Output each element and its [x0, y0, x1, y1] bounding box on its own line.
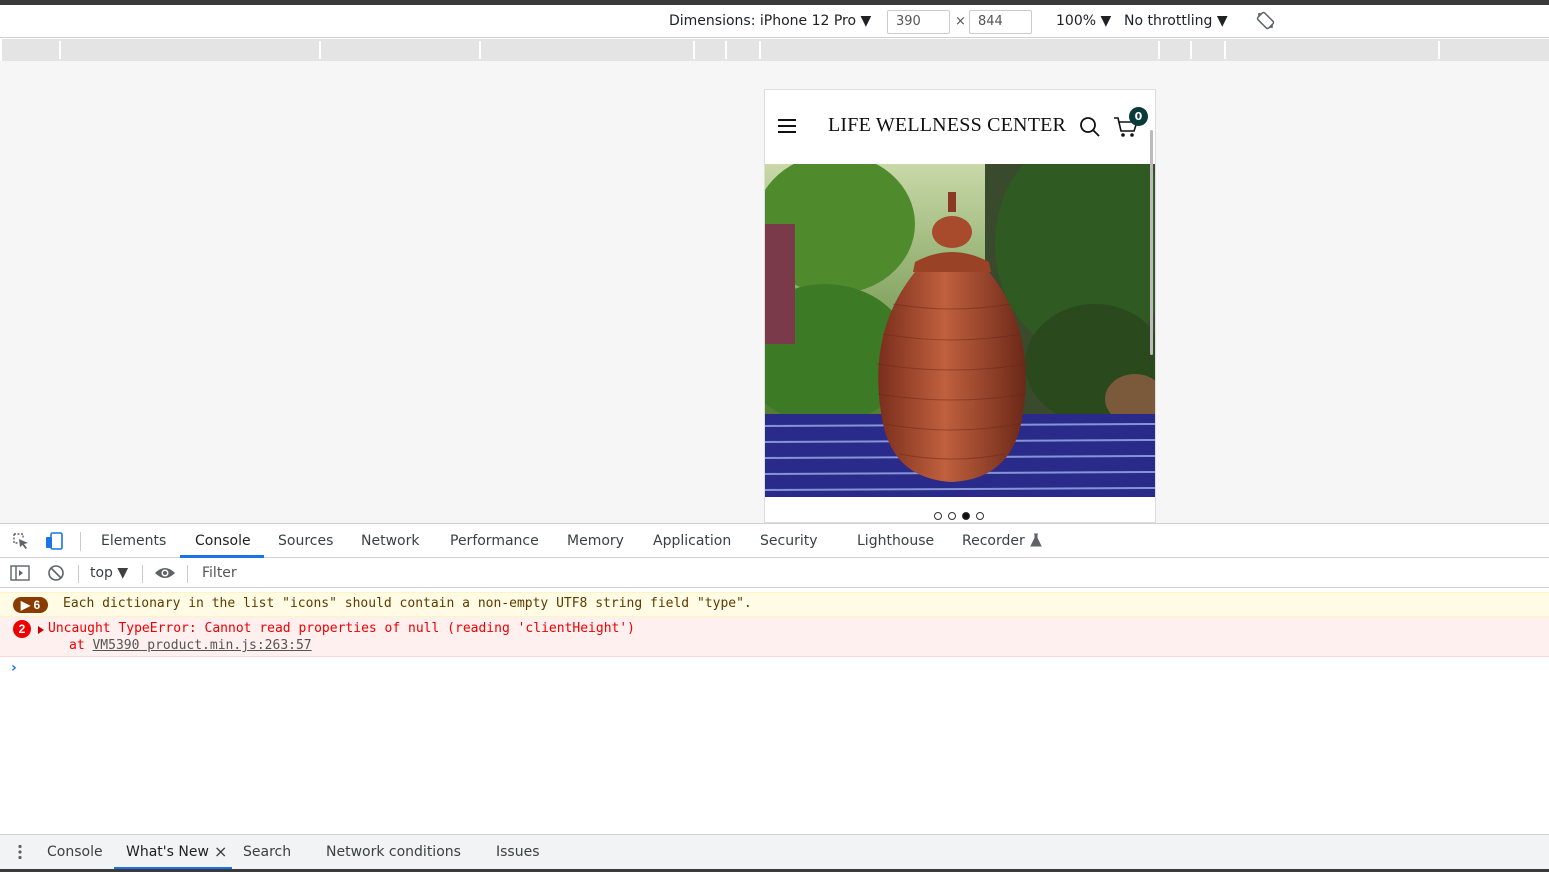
tab-application[interactable]: Application [653, 524, 731, 558]
clear-console-icon[interactable] [47, 564, 65, 582]
expand-triangle-icon[interactable] [37, 624, 45, 639]
close-icon[interactable]: × [214, 835, 227, 869]
console-prompt[interactable]: › [11, 660, 17, 676]
hamburger-menu-icon[interactable] [778, 119, 796, 133]
site-brand-title[interactable]: LIFE WELLNESS CENTER [828, 114, 1066, 137]
inspect-element-icon[interactable] [12, 532, 30, 550]
console-error-message[interactable]: 2 Uncaught TypeError: Cannot read proper… [0, 617, 1549, 657]
flask-icon [1030, 533, 1042, 549]
product-hero-image[interactable] [765, 164, 1155, 497]
devtools-tab-bar: Elements Console Sources Network Perform… [0, 523, 1549, 558]
error-count-badge: 2 [13, 620, 31, 638]
error-text: Uncaught TypeError: Cannot read properti… [48, 621, 635, 636]
media-query-ruler[interactable] [2, 39, 1549, 61]
dimension-times-sign: × [955, 14, 966, 29]
tab-security[interactable]: Security [760, 524, 818, 558]
more-options-icon[interactable] [14, 844, 26, 860]
source-link[interactable]: VM5390 product.min.js:263:57 [92, 638, 311, 653]
throttling-dropdown[interactable]: No throttling ▼ [1124, 5, 1228, 38]
tab-network[interactable]: Network [361, 524, 419, 558]
tab-sources[interactable]: Sources [278, 524, 333, 558]
stack-prefix: at [69, 638, 93, 653]
console-warning-message[interactable]: ▶ 6 Each dictionary in the list "icons" … [0, 592, 1549, 617]
devtools-drawer-tabs: Console What's New × Search Network cond… [0, 834, 1549, 869]
console-filter-input[interactable]: Filter [194, 561, 1549, 585]
tab-recorder[interactable]: Recorder [962, 524, 1025, 558]
tab-elements[interactable]: Elements [101, 524, 166, 558]
phone-screen: LIFE WELLNESS CENTER 0 [764, 89, 1156, 523]
device-width-input[interactable]: 390 [887, 10, 950, 34]
phone-scrollbar[interactable] [1150, 130, 1153, 355]
rotate-icon[interactable] [1256, 11, 1275, 31]
drawer-tab-whats-new[interactable]: What's New [126, 835, 209, 869]
device-toggle-icon[interactable] [44, 531, 64, 551]
drawer-tab-search[interactable]: Search [243, 835, 291, 869]
tab-console[interactable]: Console [195, 524, 251, 558]
console-toolbar: top ▼ Filter [0, 558, 1549, 588]
warning-count-badge[interactable]: ▶ 6 [13, 597, 48, 613]
tab-performance[interactable]: Performance [450, 524, 539, 558]
error-stack-line: at VM5390 product.min.js:263:57 [69, 638, 312, 653]
drawer-tab-network-conditions[interactable]: Network conditions [326, 835, 461, 869]
sidebar-toggle-icon[interactable] [10, 564, 30, 582]
live-expression-eye-icon[interactable] [154, 565, 176, 581]
tab-lighthouse[interactable]: Lighthouse [857, 524, 934, 558]
context-selector[interactable]: top ▼ [90, 558, 128, 588]
drawer-tab-issues[interactable]: Issues [496, 835, 540, 869]
search-icon[interactable] [1079, 116, 1101, 142]
device-height-input[interactable]: 844 [969, 10, 1032, 34]
carousel-dot[interactable] [948, 512, 956, 520]
cart-count-badge: 0 [1129, 107, 1148, 126]
carousel-dots [934, 512, 994, 522]
tab-memory[interactable]: Memory [567, 524, 624, 558]
carousel-dot[interactable] [976, 512, 984, 520]
device-dimensions-dropdown[interactable]: Dimensions: iPhone 12 Pro ▼ [669, 5, 871, 38]
drawer-tab-console[interactable]: Console [47, 835, 103, 869]
carousel-dot-active[interactable] [962, 512, 970, 520]
warning-text: Each dictionary in the list "icons" shou… [63, 596, 752, 611]
carousel-dot[interactable] [934, 512, 942, 520]
device-toolbar: Dimensions: iPhone 12 Pro ▼ 390 × 844 10… [0, 5, 1549, 38]
zoom-dropdown[interactable]: 100% ▼ [1056, 5, 1111, 38]
site-header: LIFE WELLNESS CENTER 0 [765, 90, 1155, 164]
